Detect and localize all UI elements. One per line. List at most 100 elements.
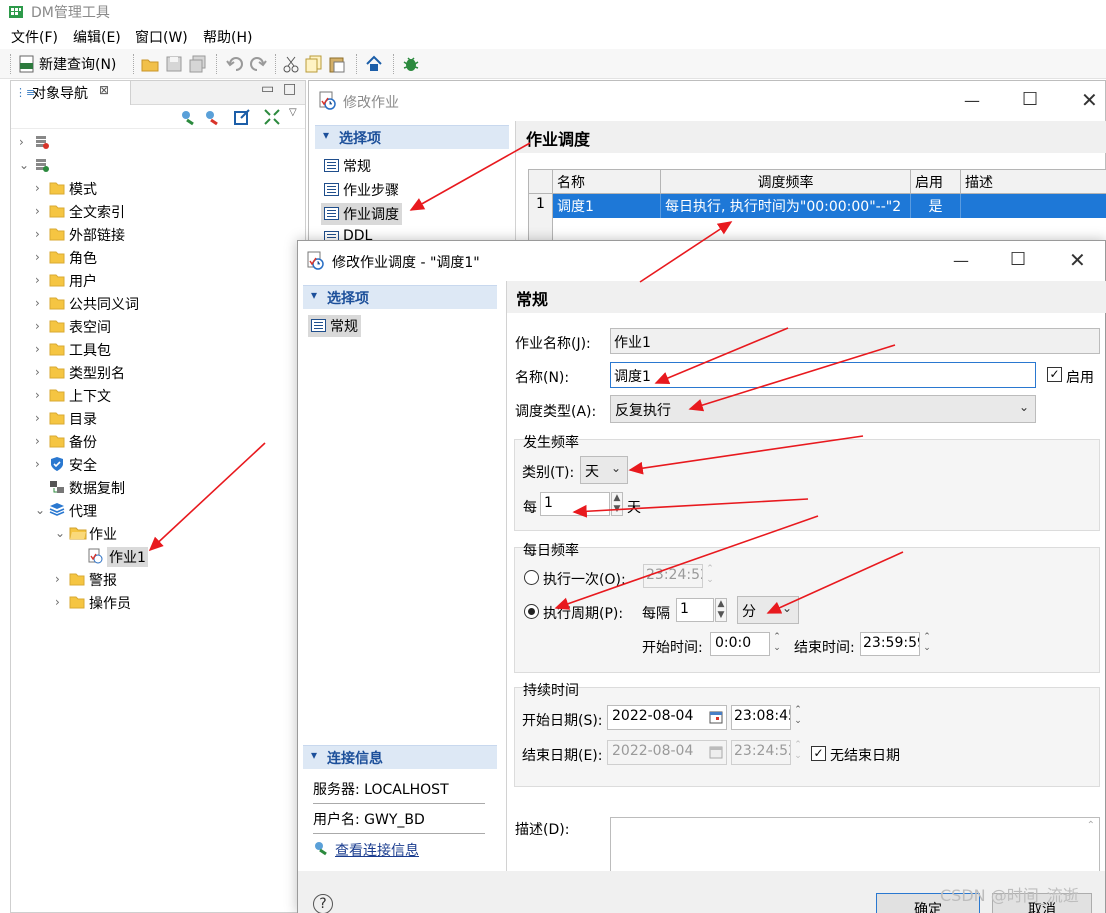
cut-icon[interactable]	[282, 55, 300, 73]
end-time-input[interactable]: 23:59:59	[860, 632, 920, 656]
paste-icon[interactable]	[328, 55, 346, 73]
chevron-right-icon[interactable]: ›	[55, 595, 65, 609]
start-date-time-input[interactable]: 23:08:45	[731, 705, 791, 730]
schedule-type-select[interactable]: 反复执行 ⌄	[610, 395, 1036, 423]
grid-header-name[interactable]: 名称	[553, 170, 661, 194]
grid-header-frequency[interactable]: 调度频率	[661, 170, 911, 194]
tree-item-context-node[interactable]: › 上下文	[11, 384, 305, 407]
chevron-right-icon[interactable]: ›	[19, 135, 29, 149]
save-icon[interactable]	[165, 55, 183, 73]
minimize-button[interactable]: —	[953, 251, 969, 270]
start-time-stepper[interactable]: ⌃ ⌄	[771, 632, 783, 656]
chevron-right-icon[interactable]: ›	[35, 204, 45, 218]
chevron-right-icon[interactable]: ›	[35, 457, 45, 471]
tree-item-directory-node[interactable]: › 目录	[11, 407, 305, 430]
no-end-date-checkbox[interactable]: ✓	[811, 746, 826, 761]
chevron-down-icon[interactable]: ⌄	[19, 158, 29, 172]
chevron-right-icon[interactable]: ›	[35, 411, 45, 425]
every-stepper[interactable]: ▲ ▼	[611, 492, 623, 516]
tree-item-public-synonym-node[interactable]: › 公共同义词	[11, 292, 305, 315]
minimize-button[interactable]: —	[964, 91, 980, 110]
run-once-radio[interactable]	[524, 570, 539, 585]
chevron-right-icon[interactable]: ›	[55, 572, 65, 586]
minimize-view-icon[interactable]: ▭	[261, 81, 274, 97]
tree-item-backup-node[interactable]: › 备份	[11, 430, 305, 453]
tree-item-user-node[interactable]: › 用户	[11, 269, 305, 292]
chevron-right-icon[interactable]: ›	[35, 365, 45, 379]
tree-item-job1-node[interactable]: 作业1	[11, 545, 305, 568]
chevron-down-icon[interactable]: ⌄	[35, 503, 45, 517]
interval-value-input[interactable]: 1	[676, 598, 714, 622]
option-job-schedule[interactable]: 作业调度	[321, 203, 402, 225]
tree-item-replication-node[interactable]: 数据复制	[11, 476, 305, 499]
schedule-name-input[interactable]: 调度1	[610, 362, 1036, 388]
help-icon[interactable]: ?	[313, 894, 333, 913]
chevron-right-icon[interactable]: ›	[35, 388, 45, 402]
tree-item-tablespace-node[interactable]: › 表空间	[11, 315, 305, 338]
chevron-right-icon[interactable]: ›	[35, 181, 45, 195]
options-section-header[interactable]: 选择项	[315, 125, 509, 149]
chevron-right-icon[interactable]: ›	[35, 319, 45, 333]
menu-file[interactable]: 文件(F)	[11, 27, 58, 47]
edit-icon[interactable]	[233, 108, 251, 126]
debug-bug-icon[interactable]	[402, 55, 420, 73]
chevron-right-icon[interactable]: ›	[35, 250, 45, 264]
navigator-tab[interactable]: ⋮≡ 对象导航 ⊠	[11, 81, 131, 105]
start-time-input[interactable]: 0:0:0	[710, 632, 770, 656]
tree-item-server-node[interactable]: ⌄	[11, 154, 305, 177]
tree-item-type-alias-node[interactable]: › 类型别名	[11, 361, 305, 384]
maximize-button[interactable]: ☐	[1010, 249, 1026, 270]
options-section-header[interactable]: 选择项	[303, 285, 497, 309]
chevron-down-icon[interactable]: ⌄	[55, 526, 65, 540]
maximize-button[interactable]: ☐	[1022, 89, 1038, 110]
save-all-icon[interactable]	[189, 55, 207, 73]
chevron-right-icon[interactable]: ›	[35, 342, 45, 356]
chevron-right-icon[interactable]: ›	[35, 434, 45, 448]
tree-item-agent-node[interactable]: ⌄ 代理	[11, 499, 305, 522]
tree-item-alert-node[interactable]: › 警报	[11, 568, 305, 591]
end-time-stepper[interactable]: ⌃ ⌄	[921, 632, 933, 656]
enabled-checkbox[interactable]: ✓	[1047, 367, 1062, 382]
maximize-view-icon[interactable]: □	[283, 81, 296, 97]
interval-unit-select[interactable]: 分 ⌄	[737, 596, 799, 624]
calendar-icon[interactable]	[709, 710, 723, 724]
tree-item-operator-node[interactable]: › 操作员	[11, 591, 305, 614]
home-icon[interactable]	[365, 55, 383, 73]
run-periodic-radio[interactable]	[524, 604, 539, 619]
grid-header-description[interactable]: 描述	[961, 170, 1106, 194]
scroll-up-icon[interactable]: ⌃	[1087, 820, 1095, 831]
every-value-input[interactable]: 1	[540, 492, 610, 516]
interval-stepper[interactable]: ▲ ▼	[715, 598, 727, 622]
close-button[interactable]: ✕	[1069, 248, 1086, 272]
option-job-steps[interactable]: 作业步骤	[321, 179, 402, 201]
open-folder-icon[interactable]	[141, 55, 159, 73]
close-tab-icon[interactable]: ⊠	[99, 83, 109, 97]
tree-item-package-node[interactable]: › 工具包	[11, 338, 305, 361]
start-date-time-stepper[interactable]: ⌃ ⌄	[792, 705, 804, 729]
view-menu-icon[interactable]: ▽	[289, 107, 297, 118]
menu-edit[interactable]: 编辑(E)	[73, 27, 121, 47]
tree-item-external-link-node[interactable]: › 外部链接	[11, 223, 305, 246]
connection-section-header[interactable]: 连接信息	[303, 745, 497, 769]
menu-window[interactable]: 窗口(W)	[135, 27, 188, 47]
start-date-input[interactable]: 2022-08-04	[607, 705, 727, 730]
table-row[interactable]: 调度1 每日执行, 执行时间为"00:00:00"--"2 是	[553, 194, 1106, 218]
grid-header-enabled[interactable]: 启用	[911, 170, 961, 194]
undo-icon[interactable]	[226, 55, 244, 73]
close-button[interactable]: ✕	[1081, 88, 1098, 112]
disconnect-icon[interactable]	[203, 108, 221, 126]
tree-item-schema-node[interactable]: › 模式	[11, 177, 305, 200]
chevron-right-icon[interactable]: ›	[35, 296, 45, 310]
category-select[interactable]: 天 ⌄	[580, 456, 628, 484]
view-connection-link[interactable]: 查看连接信息	[335, 840, 419, 860]
tree-item-job-folder-node[interactable]: ⌄ 作业	[11, 522, 305, 545]
tree-item-role-node[interactable]: › 角色	[11, 246, 305, 269]
copy-icon[interactable]	[305, 55, 323, 73]
chevron-right-icon[interactable]: ›	[35, 227, 45, 241]
expand-all-icon[interactable]	[263, 108, 281, 126]
connect-icon[interactable]	[179, 108, 197, 126]
option-general[interactable]: 常规	[321, 155, 374, 177]
tree-item-security-node[interactable]: › 安全	[11, 453, 305, 476]
tree-item-server-node[interactable]: ›	[11, 131, 305, 154]
menu-help[interactable]: 帮助(H)	[203, 27, 252, 47]
